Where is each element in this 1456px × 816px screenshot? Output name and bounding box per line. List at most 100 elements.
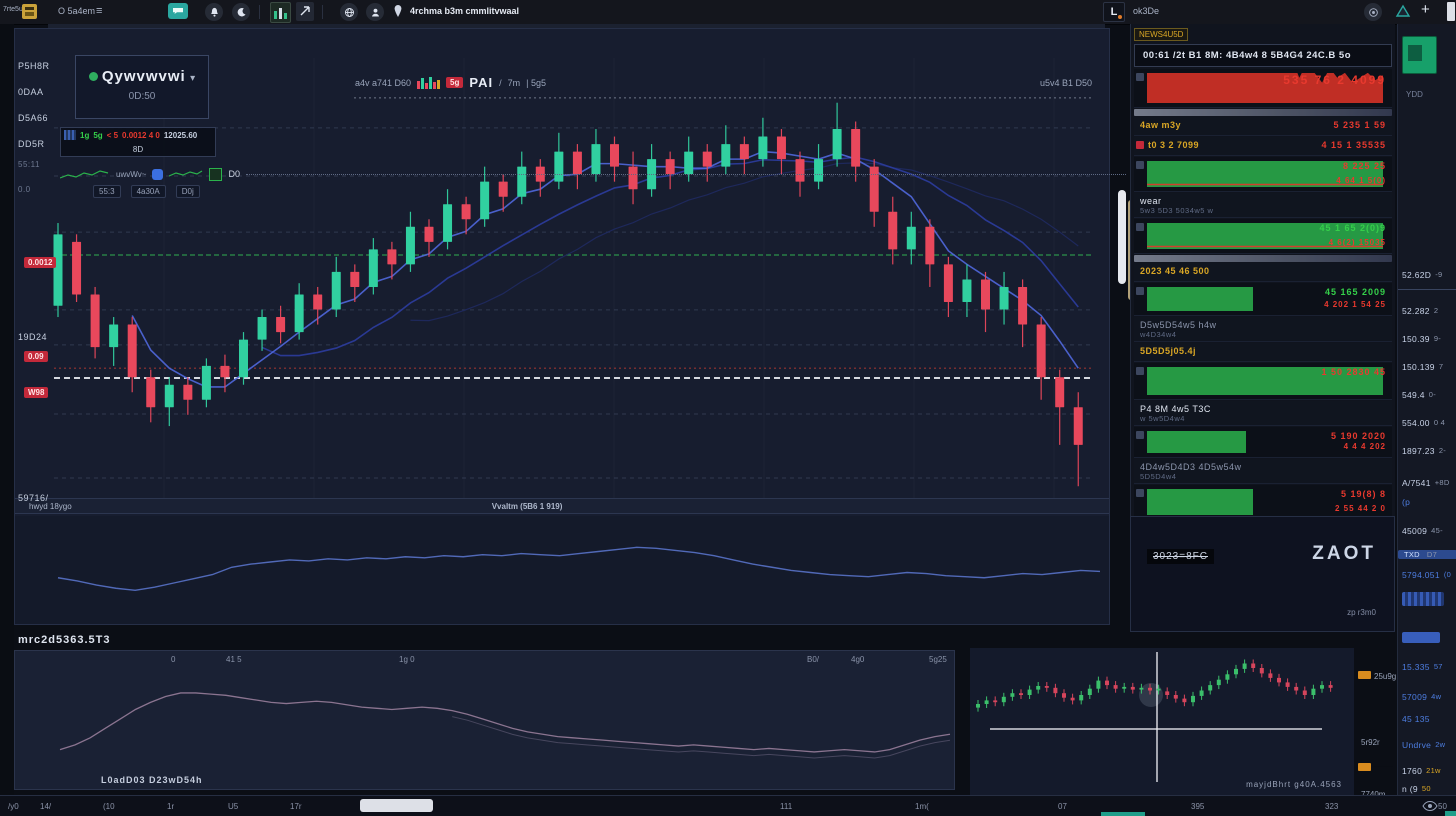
quote-row[interactable]: 5794.051(0 [1398,570,1456,580]
indicator-chips-row: 55:3 4a30A D0j [93,185,200,198]
quote-row[interactable]: 150.399- [1398,334,1456,344]
globe-icon[interactable] [340,3,358,21]
price-axis-label: 0DAA [18,87,44,97]
legend-dotted-line [246,174,1126,175]
price-axis-label: D5A66 [18,113,48,123]
price-axis-label: P5H8R [18,61,50,71]
user-icon[interactable] [366,3,384,21]
quote-row[interactable]: 45 135 [1398,714,1456,724]
settings-icon[interactable] [1364,3,1382,21]
watchlist-header: 00:61 /2t B1 8M: 4B4w4 8 5B4G4 24C.B 5o [1134,44,1392,67]
watchlist-text-row[interactable]: 4D4w5D4D3 4D5w54w5D5D4w4 [1134,459,1392,484]
price-axis-label: 59716/ [18,493,49,503]
quote-row[interactable]: A/7541+8D [1398,478,1456,488]
orange-chip [1358,763,1371,771]
moon-icon[interactable] [232,3,250,21]
bell-icon[interactable] [205,3,223,21]
quote-badge[interactable] [1402,632,1440,643]
quote-row[interactable]: (p [1398,497,1456,507]
bottom-right-candle-chart[interactable] [970,648,1354,795]
watchlist-text-row[interactable]: wear5w3 5D3 5034w5 w [1134,193,1392,218]
watchlist-text-row[interactable]: P4 8M 4w5 T3Cw 5w5D4w4 [1134,401,1392,426]
quote-row[interactable]: 15.33557 [1398,662,1456,672]
ohlc-segment-4: 12025.60 [164,131,197,140]
quotes-column: YDD 52.62D-952.2822150.399-150.1397549.4… [1397,24,1456,795]
time-axis-tick: 111 [780,802,792,811]
quote-row[interactable]: 4500945- [1398,526,1456,536]
quote-row[interactable]: TXDD7 [1398,550,1456,559]
quote-row[interactable]: 150.1397 [1398,362,1456,372]
price-alert-badge: W98 [24,387,48,398]
row-red-icon [1136,141,1144,149]
ohlc-segment-0: 1g [80,131,89,140]
quote-row[interactable]: Undrve2w [1398,740,1456,750]
watchlist-spark-row[interactable]: 8 225 254 64 1 5(0) [1134,157,1392,192]
window-edge-handle[interactable] [1447,2,1455,21]
share-icon[interactable] [1395,4,1411,18]
watchlist-text-row[interactable]: D5w5D54w5 h4ww4D34w4 [1134,317,1392,342]
watchlist-spark-row[interactable]: 45 1 65 2(0)94 6(2) 15035 [1134,219,1392,254]
sidebar-bottom-panel: 3023=8FC ZAOT zp r3m0 [1130,516,1395,632]
watchlist-text-row[interactable]: 5D5D5j05.4j [1134,343,1392,362]
time-axis-bar: /y014/(101rU517r1111m(0739532350 [0,795,1456,816]
chevron-down-icon[interactable]: ▾ [190,73,195,84]
quote-row[interactable]: 549.40- [1398,390,1456,400]
watchlist-text-row[interactable]: t0 3 2 70994 15 1 35535 [1134,137,1392,156]
quote-row[interactable]: 52.62D-9 [1398,270,1456,280]
quote-row[interactable]: 1897.232- [1398,446,1456,456]
window-left-text: 7rte5u [3,6,23,13]
buy-tile-icon[interactable] [1402,36,1437,74]
watchlist-text-row[interactable]: 2023 45 46 500 [1134,263,1392,282]
site-logo-icon[interactable]: L [1103,2,1125,22]
indicator-green-icon[interactable] [209,168,222,181]
quote-row[interactable]: 570094w [1398,692,1456,702]
trading-app-window: 7rte5u O 5a4em ≡ 4rchma b3m cmmlitvwaal … [0,0,1456,816]
time-axis-tick: 395 [1191,802,1204,811]
chart-timeframe: 7m [508,78,521,88]
chart-title-suffix: | 5g5 [526,78,546,88]
watchlist-spark-row[interactable]: 1 50 2830 45 [1134,363,1392,400]
watchlist-sidebar: NEWS4U5D 00:61 /2t B1 8M: 4B4w4 8 5B4G4 2… [1130,24,1395,516]
indicator-chip-0[interactable]: 55:3 [93,185,121,198]
row-icon [1136,489,1144,497]
new-tab-button[interactable]: + [1421,1,1430,18]
news-chip[interactable]: NEWS4U5D [1131,24,1395,42]
chat-icon[interactable] [168,3,188,19]
symbol-dropdown[interactable]: Qywvwvwi ▾ 0D:50 [75,55,209,119]
pin-icon[interactable] [393,4,403,18]
quote-badge[interactable] [1402,592,1444,606]
arrow-icon[interactable] [296,2,314,21]
time-scrollbar-thumb[interactable] [360,799,433,812]
quote-row[interactable]: 52.2822 [1398,306,1456,316]
row-icon [1136,367,1144,375]
volume-panel-title: Vvaltm (5B6 1 919) [492,502,563,511]
watchlist-spark-row[interactable]: 535 76 2 4099 [1134,69,1392,108]
chart-thumbnail-icon[interactable] [270,2,291,23]
orange-chip [1358,671,1371,679]
watchlist-text-row[interactable]: 4aw m3y5 235 1 59 [1134,117,1392,136]
menu-icon[interactable]: ≡ [96,5,102,17]
indicator-blue-icon[interactable] [152,169,163,180]
bottom-section-title: mrc2d5363.5T3 [18,634,111,646]
legend-tag: D0 [228,169,240,179]
watchlist-spark-row[interactable]: 5 19(8) 82 55 44 2 0 [1134,485,1392,520]
app-logo-icon[interactable] [22,4,37,19]
row-icon [1136,223,1144,231]
price-axis-label: 55:11 [18,160,40,169]
time-axis-tick: (10 [103,802,115,811]
order-code-chip[interactable]: 3023=8FC [1147,549,1214,564]
quote-row[interactable]: n (950 [1398,784,1456,794]
mini-chart-side-label: 5r92r [1358,732,1398,750]
eye-icon[interactable] [1422,800,1438,812]
ohlc-info-box: 1g5g< 50.0012 4 012025.60 8D [60,127,216,157]
indicator-chip-1[interactable]: 4a30A [131,185,166,198]
watchlist-spark-row[interactable]: 45 165 20094 202 1 54 25 [1134,283,1392,316]
indicator-chip-2[interactable]: D0j [176,185,200,198]
chart-scrollbar-thumb[interactable] [1118,190,1126,284]
bottom-left-line-chart[interactable] [14,650,955,790]
watchlist-spark-row[interactable]: 5 190 20204 4 4 202 [1134,427,1392,458]
quote-row[interactable]: 554.000 4 [1398,418,1456,428]
quote-row[interactable]: 176021w [1398,766,1456,776]
time-axis-tick: U5 [228,802,238,811]
price-axis-label: 19D24 [18,332,47,342]
